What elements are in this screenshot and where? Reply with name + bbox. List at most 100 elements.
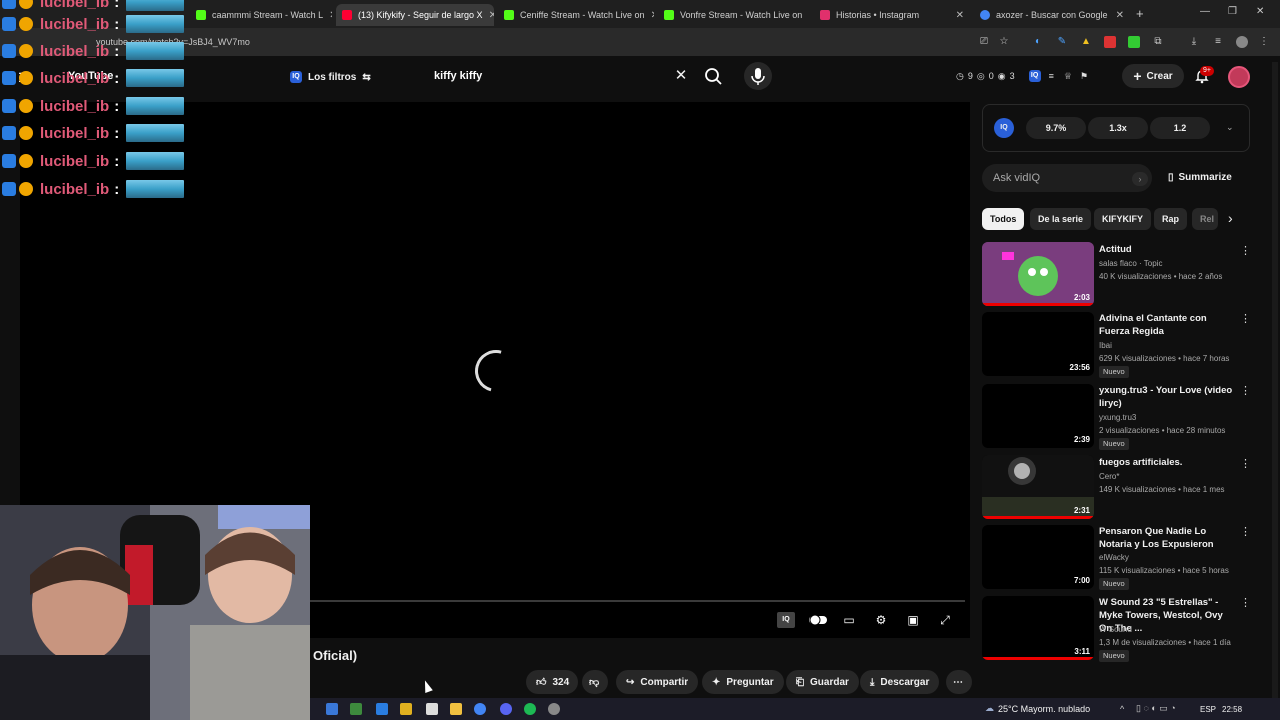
video-title[interactable]: Pensaron Que Nadie Lo Notaria y Los Expu… (1099, 525, 1235, 551)
url-field[interactable]: youtube.com/watch?v=JsBJ4_WV7mo (96, 33, 956, 51)
vidiq-icon[interactable]: IQ (1028, 70, 1041, 82)
video-channel[interactable]: salas flaco · Topic (1099, 257, 1239, 270)
minimize-button[interactable]: — (1200, 6, 1210, 17)
browser-tab[interactable]: axozer - Buscar con Google ✕ (974, 4, 1130, 26)
obs-icon[interactable] (548, 703, 560, 715)
chip-series[interactable]: De la serie (1030, 208, 1092, 230)
video-channel[interactable]: yxung.tru3 (1099, 411, 1239, 424)
scrollbar[interactable] (1272, 62, 1278, 698)
voice-search-button[interactable] (744, 62, 772, 90)
extension-icon[interactable]: ◐ (1032, 36, 1044, 48)
close-icon[interactable]: ✕ (1116, 10, 1124, 21)
create-button[interactable]: + Crear (1122, 64, 1184, 88)
autoplay-toggle[interactable] (808, 612, 828, 628)
puzzle-icon[interactable]: ⧉ (1152, 36, 1164, 48)
video-thumbnail[interactable]: 3:11 (982, 596, 1094, 660)
chip-kifykify[interactable]: KIFYKIFY (1094, 208, 1152, 230)
video-thumbnail[interactable]: 23:56 (982, 312, 1094, 376)
like-button[interactable]: 👍︎ 324 (526, 670, 578, 694)
browser-tab[interactable]: Ceniffe Stream - Watch Live on ✕ (498, 4, 654, 26)
chip-related[interactable]: Rel (1192, 208, 1218, 230)
video-thumbnail[interactable]: 2:03 (982, 242, 1094, 306)
ask-vidiq-input[interactable]: Ask vidIQ (982, 164, 1152, 192)
chevron-down-icon[interactable]: ⌄ (1226, 122, 1234, 133)
video-title[interactable]: fuegos artificiales. (1099, 456, 1235, 469)
download-icon[interactable]: ⤓ (1188, 36, 1200, 48)
video-thumbnail[interactable]: 7:00 (982, 525, 1094, 589)
subtitles-icon[interactable]: ▭ (840, 612, 858, 628)
share-button[interactable]: ↪ Compartir (616, 670, 699, 694)
video-thumbnail[interactable]: 2:39 (982, 384, 1094, 448)
video-channel[interactable]: Ibai (1099, 339, 1239, 352)
ask-button[interactable]: ✦ Preguntar (702, 670, 784, 694)
chevron-right-icon[interactable]: › (1228, 210, 1233, 226)
close-icon[interactable]: ✕ (956, 10, 964, 21)
filters-button[interactable]: IQ Los filtros ⇆ (290, 68, 371, 86)
video-channel[interactable]: Cero* (1099, 470, 1239, 483)
extension-icon[interactable] (1128, 36, 1140, 48)
download-button[interactable]: ⤓ Descargar (860, 670, 940, 694)
taskbar-clock[interactable]: 22:58 (1222, 705, 1242, 714)
theater-mode-icon[interactable]: ▣ (904, 612, 922, 628)
weather-widget[interactable]: ☁ 25°C Mayorm. nublado (985, 703, 1090, 714)
profile-avatar[interactable] (1236, 36, 1248, 48)
close-icon[interactable]: ✕ (489, 10, 494, 21)
progress-bar[interactable] (310, 600, 965, 602)
maximize-button[interactable]: ❐ (1228, 6, 1237, 17)
video-channel[interactable]: elWacky (1099, 551, 1239, 564)
language-indicator[interactable]: ESP (1200, 705, 1216, 714)
taskbar-app-icon[interactable] (376, 703, 388, 715)
taskbar-app-icon[interactable] (426, 703, 438, 715)
chip-all[interactable]: Todos (982, 208, 1025, 230)
discord-icon[interactable] (500, 703, 512, 715)
more-options-icon[interactable]: ⋮ (1240, 313, 1251, 325)
browser-tab-active[interactable]: (13) Kifykify - Seguir de largo X ✕ (336, 4, 494, 26)
flag-icon[interactable]: ⚑ (1080, 71, 1088, 82)
chevron-right-icon[interactable]: › (1132, 172, 1148, 186)
fullscreen-icon[interactable]: ⤢ (936, 612, 954, 628)
tray-icons[interactable]: ▯ ◌ ◐ ▭ ◔ (1136, 703, 1176, 714)
close-icon[interactable]: ✕ (329, 10, 332, 21)
browser-tab[interactable]: caammmi Stream - Watch L ✕ (190, 4, 332, 26)
dislike-button[interactable]: 👎︎ (582, 670, 608, 694)
vidiq-icon[interactable]: IQ (777, 612, 795, 628)
account-avatar[interactable] (1228, 66, 1250, 88)
search-input[interactable]: kiffy kiffy (424, 64, 696, 88)
taskbar-app-icon[interactable] (350, 703, 362, 715)
extension-icon[interactable] (1104, 36, 1116, 48)
taskbar-app-icon[interactable] (400, 703, 412, 715)
extension-icon[interactable]: ✎ (1056, 36, 1068, 48)
summarize-button[interactable]: ▯ Summarize (1168, 172, 1232, 183)
more-options-icon[interactable]: ⋮ (1240, 385, 1251, 397)
search-button[interactable] (700, 64, 726, 88)
new-tab-button[interactable]: + (1136, 6, 1144, 21)
cast-icon[interactable]: ⎚ (978, 36, 990, 48)
spotify-icon[interactable] (524, 703, 536, 715)
more-options-icon[interactable]: ⋮ (1240, 458, 1251, 470)
video-thumbnail[interactable]: 2:31 (982, 455, 1094, 519)
bookmark-star-icon[interactable]: ☆ (998, 36, 1010, 48)
video-channel[interactable]: W Sound (1099, 623, 1239, 636)
close-window-button[interactable]: ✕ (1256, 6, 1264, 17)
video-title[interactable]: yxung.tru3 - Your Love (video liryc) (1099, 384, 1235, 410)
settings-gear-icon[interactable]: ⚙ (872, 612, 890, 628)
more-icon[interactable]: ⋮ (1258, 36, 1270, 48)
list-icon[interactable]: ≡ (1049, 71, 1054, 81)
browser-tab[interactable]: Historias • Instagram ✕ (814, 4, 970, 26)
chip-rap[interactable]: Rap (1154, 208, 1188, 230)
tray-chevron-icon[interactable]: ^ (1120, 704, 1124, 714)
taskbar-app-icon[interactable] (326, 703, 338, 715)
video-title[interactable]: Actitud (1099, 243, 1235, 256)
more-actions-button[interactable]: ⋯ (946, 670, 972, 694)
more-options-icon[interactable]: ⋮ (1240, 245, 1251, 257)
more-options-icon[interactable]: ⋮ (1240, 597, 1251, 609)
trophy-icon[interactable]: ♕ (1064, 71, 1072, 82)
browser-tab[interactable]: Vonfre Stream - Watch Live on ✕ (658, 4, 808, 26)
more-options-icon[interactable]: ⋮ (1240, 526, 1251, 538)
video-title[interactable]: Adivina el Cantante con Fuerza Regida (1099, 312, 1235, 338)
close-icon[interactable]: ✕ (651, 10, 654, 21)
chrome-icon[interactable] (474, 703, 486, 715)
clear-search-icon[interactable]: ✕ (672, 66, 690, 86)
save-button[interactable]: ⎗ Guardar (786, 670, 859, 694)
media-icon[interactable]: ≡ (1212, 36, 1224, 48)
